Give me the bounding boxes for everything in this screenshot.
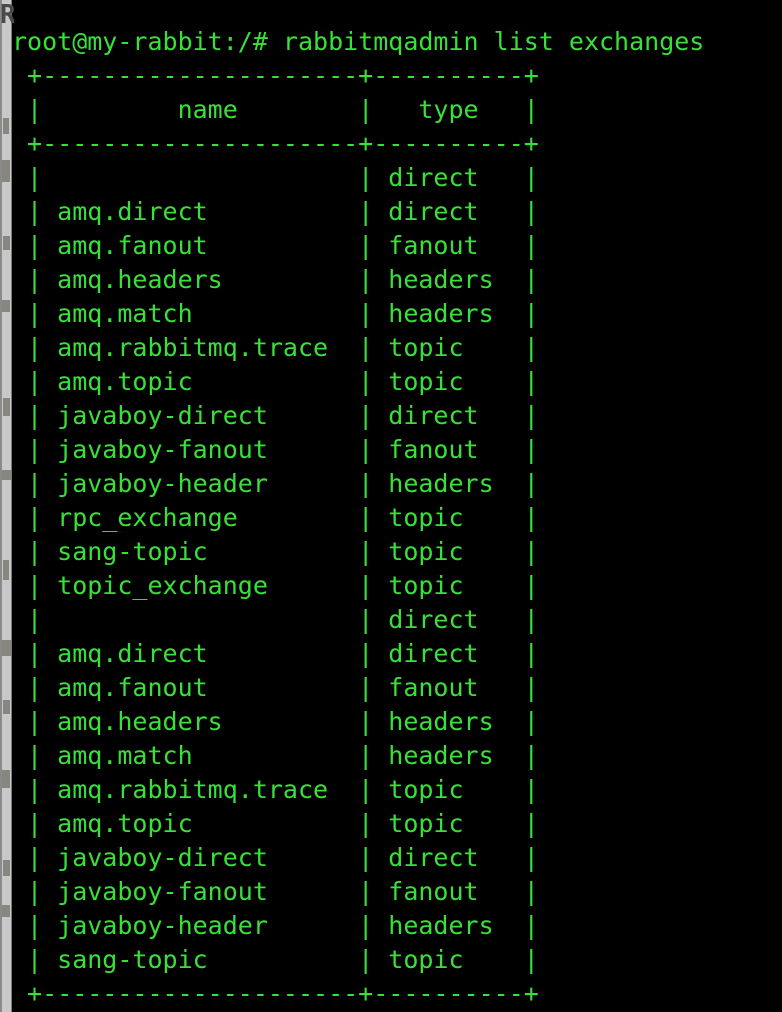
table-row: | amq.headers | headers |: [12, 265, 539, 294]
table-row: | amq.headers | headers |: [12, 707, 539, 736]
terminal-command-line: root@my-rabbit:/# rabbitmqadmin list exc…: [12, 27, 705, 56]
table-border-header: +---------------------+----------+: [12, 129, 539, 158]
table-row: | javaboy-direct | direct |: [12, 401, 539, 430]
table-row: | javaboy-direct | direct |: [12, 843, 539, 872]
table-row: | javaboy-header | headers |: [12, 469, 539, 498]
table-row: | amq.topic | topic |: [12, 367, 539, 396]
sliver-content-fleck: [2, 470, 11, 480]
table-header-row: | name | type |: [12, 95, 539, 124]
sliver-shadow: [0, 0, 2, 1012]
table-row: | amq.direct | direct |: [12, 197, 539, 226]
table-row: | javaboy-header | headers |: [12, 911, 539, 940]
sliver-content-fleck: [3, 118, 9, 134]
sliver-content-fleck: [3, 860, 10, 876]
table-border-bottom: +---------------------+----------+: [12, 979, 539, 1008]
table-row: | amq.direct | direct |: [12, 639, 539, 668]
table-row: | javaboy-fanout | fanout |: [12, 435, 539, 464]
table-row: | amq.fanout | fanout |: [12, 673, 539, 702]
sliver-content-fleck: [3, 560, 9, 580]
terminal-screenshot: R root@my-rabbit:/# rabbitmqadmin list e…: [0, 0, 782, 1012]
table-border-top: +---------------------+----------+: [12, 61, 539, 90]
sliver-content-fleck: [2, 300, 10, 312]
table-row: | | direct |: [12, 605, 539, 634]
table-row: | amq.match | headers |: [12, 299, 539, 328]
sliver-content-fleck: [3, 236, 10, 250]
background-window-sliver: [0, 0, 12, 1012]
sliver-content-fleck: [2, 770, 10, 788]
table-row: | amq.fanout | fanout |: [12, 231, 539, 260]
sliver-content-fleck: [3, 398, 10, 416]
background-window-glyph: R: [0, 0, 14, 30]
sliver-content-fleck: [2, 160, 10, 182]
table-row: | rpc_exchange | topic |: [12, 503, 539, 532]
sliver-content-fleck: [3, 700, 10, 714]
table-row: | amq.match | headers |: [12, 741, 539, 770]
table-row: | javaboy-fanout | fanout |: [12, 877, 539, 906]
table-row: | | direct |: [12, 163, 539, 192]
table-row: | amq.rabbitmq.trace | topic |: [12, 333, 539, 362]
table-row: | sang-topic | topic |: [12, 537, 539, 566]
table-row: | sang-topic | topic |: [12, 945, 539, 974]
table-row: | amq.topic | topic |: [12, 809, 539, 838]
terminal-output-pane[interactable]: root@my-rabbit:/# rabbitmqadmin list exc…: [12, 25, 782, 1012]
table-row: | topic_exchange | topic |: [12, 571, 539, 600]
sliver-content-fleck: [2, 640, 11, 656]
sliver-content-fleck: [2, 905, 10, 917]
table-row: | amq.rabbitmq.trace | topic |: [12, 775, 539, 804]
